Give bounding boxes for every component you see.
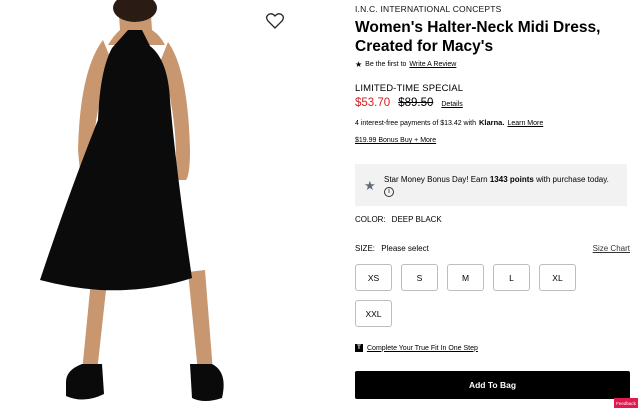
product-title: Women's Halter-Neck Midi Dress, Created … <box>355 19 601 55</box>
special-label: LIMITED-TIME SPECIAL <box>355 83 464 94</box>
add-to-bag-button[interactable]: Add To Bag <box>355 371 630 399</box>
klarna-logo: Klarna. <box>479 118 505 127</box>
brand-name[interactable]: I.N.C. INTERNATIONAL CONCEPTS <box>355 4 502 14</box>
true-fit-logo-icon: T <box>355 344 363 352</box>
original-price: $89.50 <box>398 97 434 109</box>
promo-points: 1343 points <box>489 175 534 184</box>
color-label: COLOR: <box>355 215 386 224</box>
write-review-link[interactable]: Write A Review <box>409 61 456 68</box>
size-option-l[interactable]: L <box>493 264 530 291</box>
star-icon: ★ <box>355 60 363 69</box>
klarna-text: 4 interest-free payments of $13.42 with <box>355 120 477 127</box>
heart-outline-icon[interactable] <box>266 13 284 29</box>
learn-more-link[interactable]: Learn More <box>507 120 543 127</box>
star-money-promo: ★ Star Money Bonus Day! Earn 1343 points… <box>355 164 627 206</box>
model-wearing-dress-illustration <box>40 0 224 401</box>
promo-text: Star Money Bonus Day! Earn 1343 points w… <box>384 174 620 197</box>
product-image[interactable] <box>0 0 320 409</box>
size-option-s[interactable]: S <box>401 264 438 291</box>
true-fit-row: T Complete Your True Fit In One Step <box>355 344 478 352</box>
details-link[interactable]: Details <box>441 101 462 108</box>
size-option-xl[interactable]: XL <box>539 264 576 291</box>
feedback-button[interactable]: Feedback <box>614 398 638 408</box>
color-value: DEEP BLACK <box>391 215 442 224</box>
star-icon: ★ <box>364 178 376 193</box>
promo-text-after: with purchase today. <box>536 175 609 184</box>
klarna-row: 4 interest-free payments of $13.42 with … <box>355 118 543 127</box>
review-prefix: Be the first to <box>365 61 407 68</box>
size-chart-link[interactable]: Size Chart <box>593 244 630 253</box>
sale-price: $53.70 <box>355 97 391 109</box>
review-row: ★ Be the first to Write A Review <box>355 60 456 69</box>
info-circle-icon[interactable]: i <box>384 187 394 197</box>
promo-text-before: Star Money Bonus Day! Earn <box>384 175 488 184</box>
color-row: COLOR: DEEP BLACK <box>355 215 442 224</box>
size-row: SIZE: Please select Size Chart <box>355 244 630 253</box>
size-option-m[interactable]: M <box>447 264 484 291</box>
size-label: SIZE: <box>355 244 376 253</box>
price-row: $53.70 $89.50 Details <box>355 97 463 109</box>
size-option-xxl[interactable]: XXL <box>355 300 392 327</box>
bonus-buy-link[interactable]: $19.99 Bonus Buy + More <box>355 137 436 144</box>
true-fit-link[interactable]: Complete Your True Fit In One Step <box>367 345 478 352</box>
size-option-xs[interactable]: XS <box>355 264 392 291</box>
size-placeholder: Please select <box>381 244 429 253</box>
